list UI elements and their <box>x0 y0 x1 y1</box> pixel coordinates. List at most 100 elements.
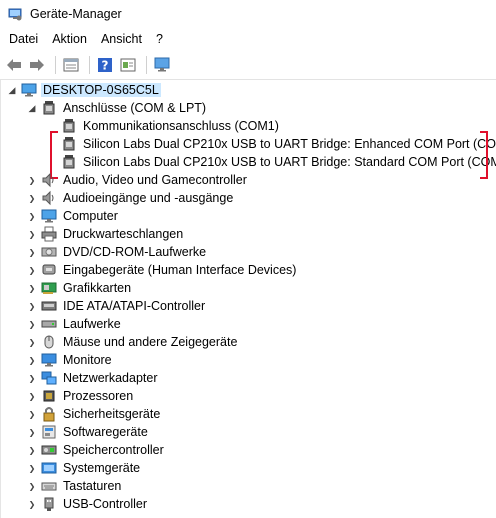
expand-chevron-icon[interactable]: ❯ <box>26 405 38 423</box>
category-label: Speichercontroller <box>63 443 164 457</box>
tree-category-usb[interactable]: ❯ USB-Controller <box>26 495 149 513</box>
properties-icon <box>63 58 79 71</box>
collapse-chevron-icon[interactable]: ◢ <box>6 81 18 99</box>
expand-chevron-icon[interactable]: ❯ <box>26 333 38 351</box>
collapse-chevron-icon[interactable]: ◢ <box>26 99 38 117</box>
port-icon <box>41 100 57 116</box>
tree-category-computer[interactable]: ❯ Computer <box>26 207 120 225</box>
category-label: Mäuse und andere Zeigegeräte <box>63 335 238 349</box>
tree-category-ide-controller[interactable]: ❯ IDE ATA/ATAPI-Controller <box>26 297 207 315</box>
menu-help[interactable]: ? <box>149 32 170 46</box>
expand-chevron-icon[interactable]: ❯ <box>26 495 38 513</box>
tree-category-keyboard[interactable]: ❯ Tastaturen <box>26 477 123 495</box>
root-label: DESKTOP-0S65C5L <box>41 83 161 97</box>
software-device-icon <box>41 424 57 440</box>
expand-chevron-icon[interactable]: ❯ <box>26 315 38 333</box>
tree-category-speaker[interactable]: ❯ Audioeingänge und -ausgänge <box>26 189 235 207</box>
monitor-scan-icon <box>154 57 170 71</box>
forward-button[interactable] <box>27 55 47 75</box>
category-label: Prozessoren <box>63 389 134 403</box>
expand-chevron-icon[interactable]: ❯ <box>26 171 38 189</box>
expand-chevron-icon[interactable]: ❯ <box>26 477 38 495</box>
tree-category-mouse[interactable]: ❯ Mäuse und andere Zeigegeräte <box>26 333 239 351</box>
printer-icon <box>41 226 57 242</box>
security-icon <box>41 406 57 422</box>
help-icon: ? <box>98 57 112 72</box>
category-label: DVD/CD-ROM-Laufwerke <box>63 245 207 259</box>
tree-category-ports[interactable]: ◢ Anschlüsse (COM & LPT) <box>26 99 208 117</box>
tree-device-com3[interactable]: Silicon Labs Dual CP210x USB to UART Bri… <box>61 153 496 171</box>
expand-chevron-icon[interactable]: ❯ <box>26 369 38 387</box>
highlight-bracket-right <box>480 131 488 179</box>
hid-icon <box>41 262 57 278</box>
tree-category-storage-controller[interactable]: ❯ Speichercontroller <box>26 441 166 459</box>
expand-chevron-icon[interactable]: ❯ <box>26 459 38 477</box>
show-hidden-button[interactable] <box>118 55 138 75</box>
tree-category-system-device[interactable]: ❯ Systemgeräte <box>26 459 142 477</box>
computer-icon <box>21 82 37 98</box>
expand-chevron-icon[interactable]: ❯ <box>26 279 38 297</box>
tree-category-printer[interactable]: ❯ Druckwarteschlangen <box>26 225 185 243</box>
tree-category-network-adapter[interactable]: ❯ Netzwerkadapter <box>26 369 160 387</box>
expand-chevron-icon[interactable]: ❯ <box>26 261 38 279</box>
disc-icon <box>41 244 57 260</box>
tree-category-speaker[interactable]: ❯ Audio, Video und Gamecontroller <box>26 171 249 189</box>
tree-category-monitor[interactable]: ❯ Monitore <box>26 351 114 369</box>
expand-chevron-icon[interactable]: ❯ <box>26 207 38 225</box>
category-label: Grafikkarten <box>63 281 132 295</box>
expand-chevron-icon[interactable]: ❯ <box>26 423 38 441</box>
expand-chevron-icon[interactable]: ❯ <box>26 351 38 369</box>
scan-hardware-button[interactable] <box>152 55 172 75</box>
speaker-icon <box>41 172 57 188</box>
processor-icon <box>41 388 57 404</box>
category-label: Druckwarteschlangen <box>63 227 184 241</box>
tree-category-hid[interactable]: ❯ Eingabegeräte (Human Interface Devices) <box>26 261 298 279</box>
category-label: Audioeingänge und -ausgänge <box>63 191 234 205</box>
usb-icon <box>41 496 57 512</box>
tree-category-security[interactable]: ❯ Sicherheitsgeräte <box>26 405 162 423</box>
properties-button[interactable] <box>61 55 81 75</box>
network-adapter-icon <box>41 370 57 386</box>
category-label: Tastaturen <box>63 479 122 493</box>
menu-datei[interactable]: Datei <box>2 32 45 46</box>
expand-chevron-icon[interactable]: ❯ <box>26 387 38 405</box>
menu-bar: Datei Aktion Ansicht ? <box>0 28 496 50</box>
tree-category-software-device[interactable]: ❯ Softwaregeräte <box>26 423 150 441</box>
device-tree[interactable]: ◢ DESKTOP-0S65C5L ◢ Anschlüsse (COM & LP… <box>0 80 496 518</box>
back-button[interactable] <box>4 55 24 75</box>
menu-aktion[interactable]: Aktion <box>45 32 94 46</box>
expand-chevron-icon[interactable]: ❯ <box>26 243 38 261</box>
expand-chevron-icon[interactable]: ❯ <box>26 441 38 459</box>
tree-category-drive[interactable]: ❯ Laufwerke <box>26 315 123 333</box>
title-bar: Geräte-Manager <box>0 0 496 28</box>
tree-category-disc[interactable]: ❯ DVD/CD-ROM-Laufwerke <box>26 243 208 261</box>
tree-category-display-adapter[interactable]: ❯ Grafikkarten <box>26 279 133 297</box>
tree-device-com1[interactable]: Kommunikationsanschluss (COM1) <box>61 117 281 135</box>
category-label: USB-Controller <box>63 497 148 511</box>
category-label: Softwaregeräte <box>63 425 148 439</box>
ide-controller-icon <box>41 298 57 314</box>
menu-ansicht[interactable]: Ansicht <box>94 32 149 46</box>
category-label: Anschlüsse (COM & LPT) <box>63 101 207 115</box>
drive-icon <box>41 316 57 332</box>
expand-chevron-icon[interactable]: ❯ <box>26 297 38 315</box>
mouse-icon <box>41 334 57 350</box>
storage-controller-icon <box>41 442 57 458</box>
device-manager-icon <box>8 8 22 21</box>
back-arrow-icon <box>7 58 21 71</box>
expand-chevron-icon[interactable]: ❯ <box>26 225 38 243</box>
toolbar-separator <box>55 55 56 74</box>
computer-icon <box>41 208 57 224</box>
tree-root[interactable]: ◢ DESKTOP-0S65C5L <box>6 81 161 99</box>
port-icon <box>61 154 77 170</box>
device-label: Silicon Labs Dual CP210x USB to UART Bri… <box>83 137 496 151</box>
device-label: Kommunikationsanschluss (COM1) <box>83 119 279 133</box>
tree-category-processor[interactable]: ❯ Prozessoren <box>26 387 135 405</box>
category-label: Sicherheitsgeräte <box>63 407 161 421</box>
toolbar-separator <box>89 55 90 74</box>
category-label: Systemgeräte <box>63 461 141 475</box>
expand-chevron-icon[interactable]: ❯ <box>26 189 38 207</box>
tree-device-com4[interactable]: Silicon Labs Dual CP210x USB to UART Bri… <box>61 135 496 153</box>
category-label: Laufwerke <box>63 317 121 331</box>
help-button[interactable]: ? <box>95 55 115 75</box>
